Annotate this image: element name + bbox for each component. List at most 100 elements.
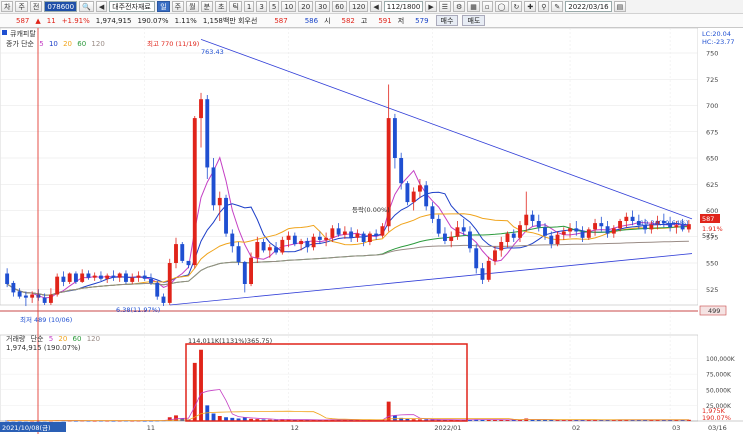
minute-3-button[interactable]: 3 bbox=[256, 1, 267, 12]
y-tick-label: 650 bbox=[706, 155, 718, 163]
x-date-label: 2021/10/08(금) bbox=[2, 424, 51, 432]
candle-body bbox=[342, 231, 347, 235]
candle-body bbox=[267, 247, 272, 251]
candle-body bbox=[586, 229, 591, 238]
volume-legend-value-row: 1,974,915 (190.07%) bbox=[6, 344, 81, 352]
asset-type-button[interactable]: 주 bbox=[15, 1, 28, 12]
volume-pane-frame bbox=[0, 334, 699, 422]
candle-body bbox=[349, 231, 354, 238]
lock-icon[interactable]: ▫ bbox=[481, 1, 493, 12]
candle-body bbox=[618, 221, 623, 229]
candle-body bbox=[192, 118, 197, 266]
candle-body bbox=[568, 228, 572, 232]
minute-20-button[interactable]: 20 bbox=[298, 1, 314, 12]
candle-body bbox=[142, 275, 147, 279]
candle-body bbox=[117, 273, 122, 278]
calendar-icon[interactable]: ▤ bbox=[613, 1, 627, 12]
candle-body bbox=[130, 277, 135, 282]
candle-body bbox=[224, 197, 228, 234]
candle-body bbox=[86, 273, 91, 278]
candle-body bbox=[411, 191, 416, 203]
candle-body bbox=[543, 227, 547, 236]
stock-name-field[interactable]: 대주전자재료 bbox=[109, 1, 156, 12]
candle-body bbox=[136, 275, 141, 278]
candle-body bbox=[593, 223, 597, 230]
candle-body bbox=[461, 227, 466, 232]
candle-body bbox=[255, 242, 260, 258]
chart-type-button[interactable]: 차 bbox=[1, 1, 14, 12]
period-week-button[interactable]: 주 bbox=[171, 1, 185, 12]
minute-5-button[interactable]: 5 bbox=[268, 1, 280, 12]
candle-body bbox=[511, 233, 516, 238]
period-second-button[interactable]: 초 bbox=[215, 1, 228, 12]
candle-body bbox=[611, 228, 616, 234]
candle-body bbox=[299, 240, 304, 245]
lc-label: LC:20.04 bbox=[702, 30, 731, 38]
period-tick-button[interactable]: 틱 bbox=[229, 1, 242, 12]
price-volume-chart[interactable]: 525 550 575 600 625 650 675 700 725 750 100,000K 7… bbox=[0, 28, 743, 434]
y-tick-label: 725 bbox=[706, 76, 718, 84]
sell-button[interactable]: 매도 bbox=[462, 15, 486, 26]
candle-body bbox=[336, 228, 341, 235]
minute-1-button[interactable]: 1 bbox=[243, 1, 255, 12]
open-label: 시 bbox=[324, 16, 331, 25]
candle-body bbox=[324, 237, 329, 240]
candle-body bbox=[317, 236, 322, 240]
grid-icon[interactable]: ▦ bbox=[467, 1, 480, 12]
candle-body bbox=[392, 118, 397, 158]
refresh-icon[interactable]: ↻ bbox=[510, 1, 523, 12]
candle-body bbox=[555, 234, 560, 245]
x-axis-label: 11 bbox=[147, 424, 155, 432]
buy-button[interactable]: 매수 bbox=[435, 15, 459, 26]
zoom-icon[interactable]: ⚲ bbox=[538, 1, 550, 12]
minute-10-button[interactable]: 10 bbox=[281, 1, 297, 12]
x-axis-label: 02 bbox=[572, 424, 580, 432]
candle-body bbox=[549, 235, 554, 245]
stock-code-input[interactable]: 078600 bbox=[44, 1, 78, 12]
candle-body bbox=[305, 240, 310, 248]
toolbar-main: 차 주 전 078600 🔍 ◀ 대주전자재료 일 주 월 분 초 틱 1 3 … bbox=[0, 0, 743, 14]
candle-body bbox=[205, 99, 210, 168]
y-tick-label: 550 bbox=[706, 260, 718, 268]
open-price: 582 bbox=[341, 16, 355, 25]
x-axis-label: 12 bbox=[291, 424, 299, 432]
candle-body bbox=[624, 216, 629, 221]
period-minute-button[interactable]: 분 bbox=[200, 1, 214, 12]
volume-legend-ma: 단순 bbox=[31, 334, 44, 343]
candle-body bbox=[443, 233, 447, 241]
link-icon[interactable]: ◯ bbox=[494, 1, 509, 12]
legend-ma10: 10 bbox=[49, 40, 58, 48]
y-tick-label: 625 bbox=[706, 181, 718, 189]
candle-body bbox=[536, 221, 541, 228]
minute-30-button[interactable]: 30 bbox=[315, 1, 331, 12]
prev-icon[interactable]: ◀ bbox=[370, 1, 382, 12]
next-icon[interactable]: ▶ bbox=[425, 1, 437, 12]
date-input[interactable]: 2022/03/16 bbox=[565, 1, 612, 12]
candle-body bbox=[405, 183, 410, 203]
volume-bar bbox=[199, 349, 203, 421]
candle-body bbox=[186, 260, 191, 266]
sound-icon[interactable]: ◀ bbox=[95, 1, 108, 12]
menu-icon[interactable]: ☰ bbox=[438, 1, 451, 12]
cursor-icon[interactable]: ✚ bbox=[524, 1, 537, 12]
period-day-button[interactable]: 일 bbox=[157, 1, 170, 12]
settings-icon[interactable]: ⚙ bbox=[453, 1, 466, 12]
line-tag: 575 bbox=[702, 232, 714, 240]
annotation-high-level: 763.43 bbox=[201, 48, 224, 56]
candle-body bbox=[561, 231, 566, 235]
ask-price: 587 bbox=[274, 16, 288, 25]
candle-body bbox=[67, 273, 72, 282]
candle-body bbox=[355, 233, 360, 238]
chart-area[interactable]: 525 550 575 600 625 650 675 700 725 750 100,000K 7… bbox=[0, 28, 743, 434]
candle-body bbox=[493, 250, 497, 261]
market-button[interactable]: 전 bbox=[29, 1, 43, 12]
search-icon[interactable]: 🔍 bbox=[79, 1, 94, 12]
y-tick-label: 525 bbox=[706, 286, 718, 294]
data-count-input[interactable]: 112/1800 bbox=[383, 1, 424, 12]
minute-120-button[interactable]: 120 bbox=[349, 1, 369, 12]
draw-icon[interactable]: ✎ bbox=[551, 1, 564, 12]
minute-60-button[interactable]: 60 bbox=[332, 1, 348, 12]
volume-tick-label: 75,000K bbox=[706, 372, 732, 379]
period-month-button[interactable]: 월 bbox=[186, 1, 199, 12]
volume-bar bbox=[386, 401, 391, 421]
